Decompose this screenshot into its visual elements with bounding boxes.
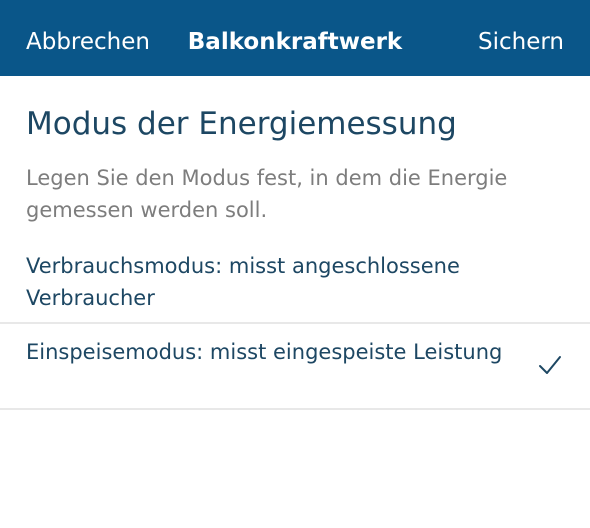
- option-label: Einspeisemodus: misst eingespeiste Leist…: [26, 340, 503, 364]
- section-description: Legen Sie den Modus fest, in dem die Ene…: [26, 166, 508, 222]
- divider: [0, 408, 590, 410]
- save-button[interactable]: Sichern: [478, 0, 564, 76]
- option-label: Verbrauchsmodus: misst angeschlossene Ve…: [26, 254, 460, 310]
- navigation-bar: Abbrechen Balkonkraftwerk Sichern: [0, 0, 590, 76]
- option-consumption-mode[interactable]: Verbrauchsmodus: misst angeschlossene Ve…: [0, 248, 590, 322]
- cancel-button[interactable]: Abbrechen: [26, 0, 150, 76]
- option-feed-in-mode[interactable]: Einspeisemodus: misst eingespeiste Leist…: [0, 324, 590, 408]
- section-title: Modus der Energiemessung: [26, 106, 457, 142]
- checkmark-icon: [539, 356, 561, 374]
